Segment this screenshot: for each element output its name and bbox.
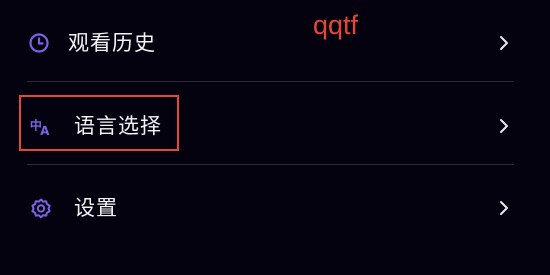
chevron-right-icon (496, 35, 512, 51)
chevron-right-icon (496, 118, 512, 134)
settings-menu-screen: qqtf 观看历史 中 A 语言选择 设置 (0, 0, 550, 275)
menu-item-settings[interactable]: 设置 (0, 178, 550, 238)
divider (27, 81, 514, 82)
menu-item-label: 设置 (74, 196, 118, 220)
clock-icon (27, 31, 51, 55)
chevron-right-icon (496, 200, 512, 216)
selection-highlight-box (19, 95, 179, 151)
gear-icon (29, 196, 53, 220)
divider (27, 164, 514, 165)
menu-item-watch-history[interactable]: 观看历史 (0, 13, 550, 73)
menu-item-label: 观看历史 (68, 31, 156, 55)
